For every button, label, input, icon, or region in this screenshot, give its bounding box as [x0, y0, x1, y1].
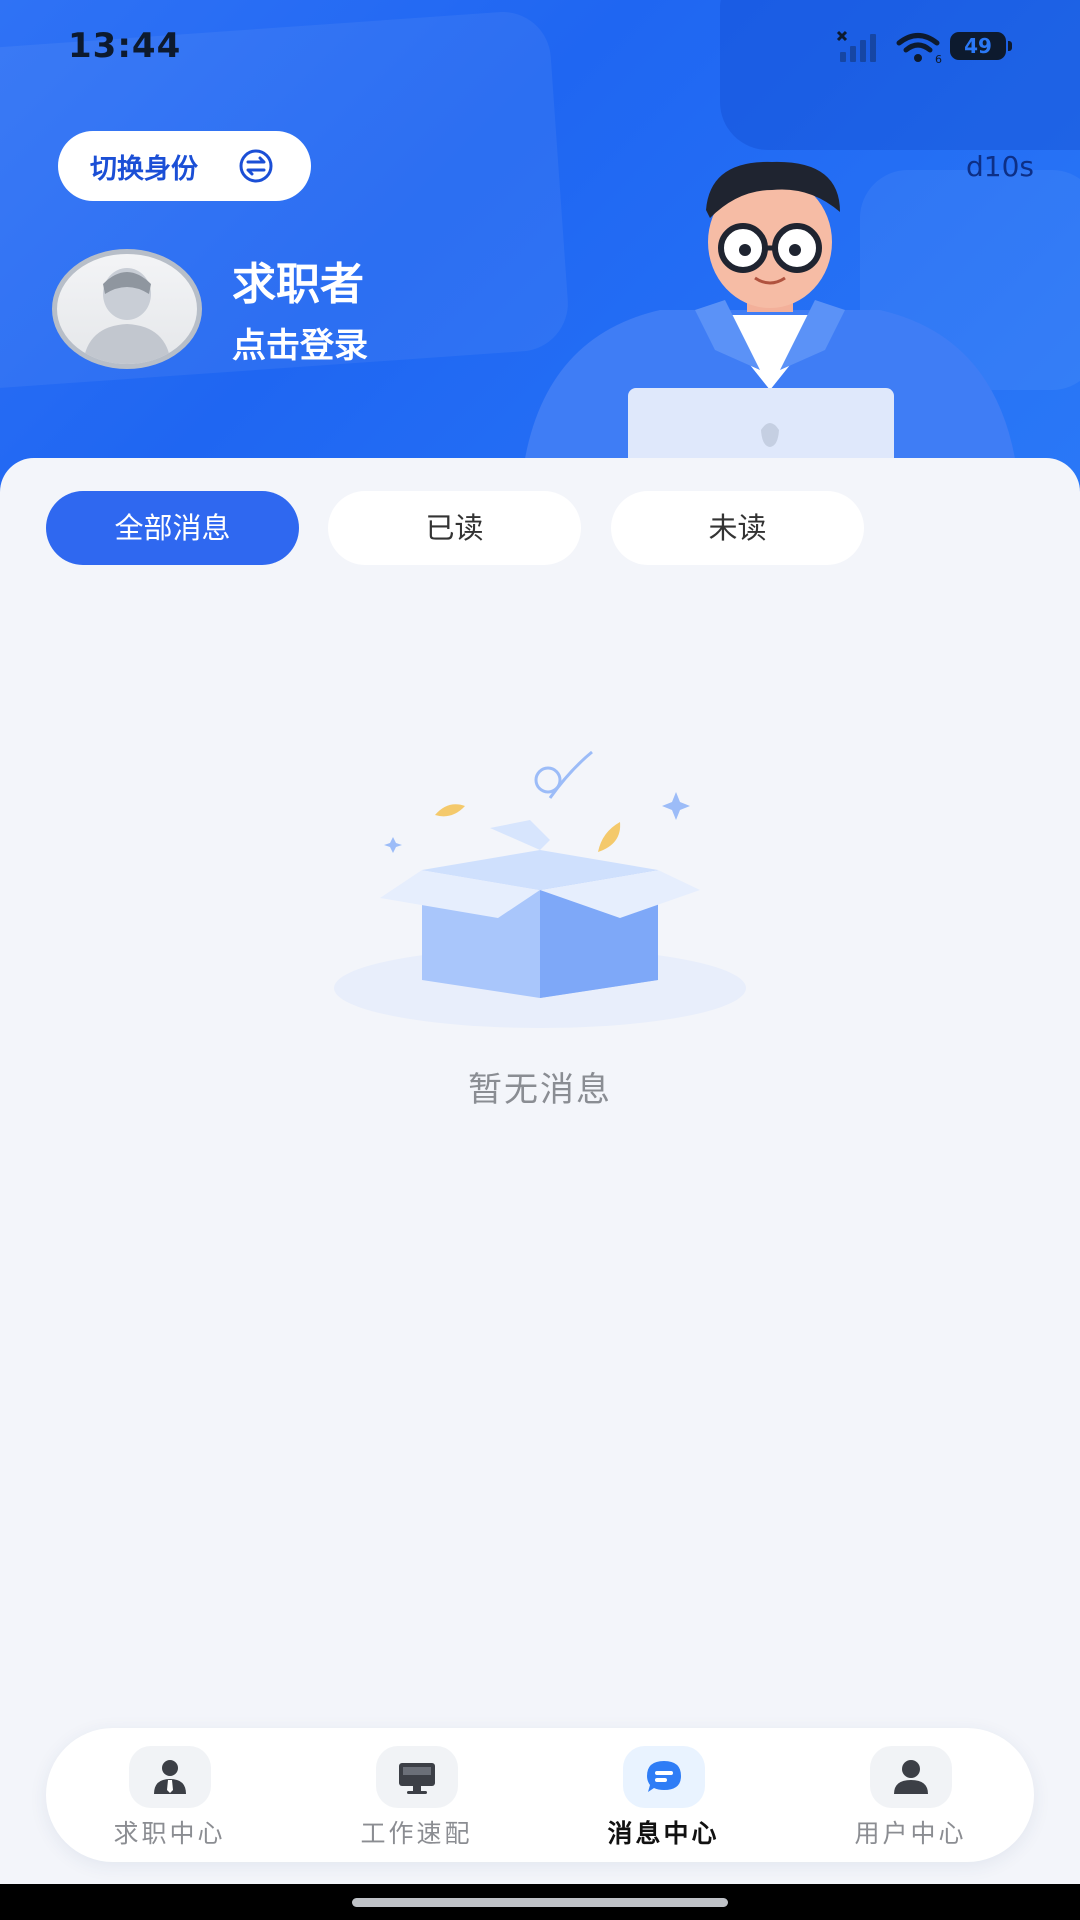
login-link[interactable]: 点击登录	[232, 318, 368, 367]
monitor-icon	[399, 1763, 435, 1794]
profile-header: 13:44 6 49 切换身份 d10s 求职者 点击登录	[0, 0, 1080, 500]
nav-label: 用户中心	[854, 1819, 967, 1848]
switch-identity-button[interactable]: 切换身份	[58, 131, 311, 201]
nav-label: 消息中心	[607, 1819, 720, 1848]
cellular-signal-icon	[836, 30, 876, 62]
wifi-icon: 6	[896, 33, 942, 64]
home-indicator[interactable]	[352, 1898, 728, 1907]
swap-icon	[239, 149, 273, 183]
nav-item-job-match[interactable]: 工作速配	[293, 1742, 540, 1852]
tab-read[interactable]: 已读	[328, 491, 581, 565]
nav-label: 工作速配	[360, 1819, 473, 1848]
job-seeker-illustration	[520, 161, 1020, 500]
svg-text:6: 6	[935, 53, 942, 64]
nav-item-message-center[interactable]: 消息中心	[540, 1742, 787, 1852]
tab-unread[interactable]: 未读	[611, 491, 864, 565]
job-seeker-icon	[154, 1760, 186, 1794]
chat-bubble-icon	[647, 1761, 681, 1792]
tab-all-messages[interactable]: 全部消息	[46, 491, 299, 565]
default-avatar-icon	[83, 268, 171, 364]
switch-identity-label: 切换身份	[90, 154, 198, 185]
nav-label: 求职中心	[113, 1819, 226, 1848]
empty-state-text: 暂无消息	[468, 1070, 612, 1110]
message-panel	[0, 458, 1080, 1920]
empty-box-illustration	[334, 750, 746, 1028]
nav-item-user-center[interactable]: 用户中心	[787, 1742, 1034, 1852]
battery-icon: 49	[950, 32, 1012, 60]
status-icons: 6 49	[836, 30, 1012, 66]
bottom-navigation: 求职中心 工作速配 消息中心 用户中心	[46, 1728, 1034, 1862]
nav-item-job-center[interactable]: 求职中心	[46, 1742, 293, 1852]
status-bar: 13:44 6 49	[0, 0, 1080, 96]
user-role-title: 求职者	[232, 259, 364, 310]
user-icon	[894, 1760, 928, 1794]
avatar[interactable]	[52, 249, 202, 369]
status-time: 13:44	[68, 26, 182, 66]
